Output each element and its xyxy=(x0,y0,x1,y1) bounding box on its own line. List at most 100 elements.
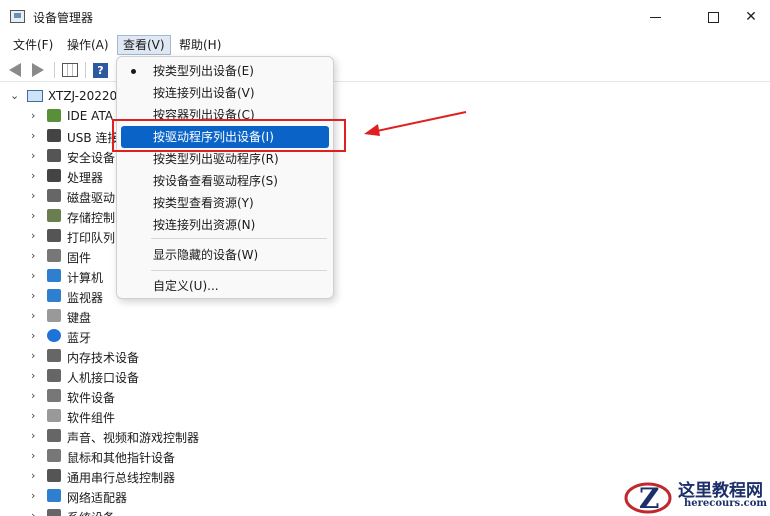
chevron-right-icon[interactable]: › xyxy=(31,369,35,382)
tree-item-label: 鼠标和其他指针设备 xyxy=(67,451,176,465)
toolbar-divider xyxy=(85,62,86,78)
computer-icon xyxy=(27,90,43,102)
forward-arrow-icon xyxy=(32,63,44,77)
watermark-url: herecours.com xyxy=(684,498,768,509)
chevron-down-icon[interactable]: ⌄ xyxy=(10,89,19,102)
tree-item[interactable]: › 键盘 xyxy=(0,306,400,326)
tree-item-label: 通用串行总线控制器 xyxy=(67,471,176,485)
annotation-arrow-icon xyxy=(364,111,467,136)
resources-by-type-item[interactable]: 按类型查看资源(Y) xyxy=(121,192,329,214)
tree-item-label: 监视器 xyxy=(67,291,104,305)
help-icon: ? xyxy=(93,62,108,78)
tree-item[interactable]: › 软件设备 xyxy=(0,386,400,406)
maximize-icon xyxy=(707,11,719,23)
tree-item-label: 打印队列 xyxy=(67,231,116,245)
processor-icon xyxy=(47,169,61,182)
chevron-right-icon[interactable]: › xyxy=(31,389,35,402)
menu-item-label: 按类型列出设备(E) xyxy=(153,64,254,78)
back-arrow-icon xyxy=(9,63,21,77)
tree-item-label: 系统设备 xyxy=(67,509,115,516)
chevron-right-icon[interactable]: › xyxy=(31,109,35,122)
tree-item-label: 蓝牙 xyxy=(67,331,92,345)
tree-item-label: 内存技术设备 xyxy=(67,351,140,365)
tree-item-label: IDE ATA xyxy=(67,109,114,123)
tree-item-label: 软件设备 xyxy=(67,391,116,405)
chevron-right-icon[interactable]: › xyxy=(31,189,35,202)
tree-item[interactable]: › 系统设备 xyxy=(0,506,400,516)
network-adapter-icon xyxy=(47,489,61,502)
chevron-right-icon[interactable]: › xyxy=(31,209,35,222)
drivers-by-device-item[interactable]: 按设备查看驱动程序(S) xyxy=(121,170,329,192)
chevron-right-icon[interactable]: › xyxy=(31,289,35,302)
tree-item[interactable]: › 内存技术设备 xyxy=(0,346,400,366)
tree-item-label: 存储控制 xyxy=(67,211,116,225)
tree-item-label: 网络适配器 xyxy=(67,491,128,505)
menu-item-label: 按连接列出设备(V) xyxy=(153,86,255,100)
tree-item[interactable]: › 鼠标和其他指针设备 xyxy=(0,446,400,466)
tree-item-label: 软件组件 xyxy=(67,411,116,425)
chevron-right-icon[interactable]: › xyxy=(31,349,35,362)
storage-controller-icon xyxy=(47,209,61,222)
resources-by-connection-item[interactable]: 按连接列出资源(N) xyxy=(121,214,329,236)
chevron-right-icon[interactable]: › xyxy=(31,229,35,242)
back-button[interactable] xyxy=(7,61,23,79)
view-by-type-item[interactable]: 按类型列出设备(E) xyxy=(121,60,329,82)
chevron-right-icon[interactable]: › xyxy=(31,489,35,502)
sound-icon xyxy=(47,429,61,442)
chevron-right-icon[interactable]: › xyxy=(31,269,35,282)
close-icon: ✕ xyxy=(745,9,757,25)
printer-icon xyxy=(47,229,61,242)
tree-item[interactable]: › 网络适配器 xyxy=(0,486,400,506)
help-button[interactable]: ? xyxy=(92,61,109,79)
chevron-right-icon[interactable]: › xyxy=(31,249,35,262)
menu-view[interactable]: 查看(V) xyxy=(117,35,171,55)
tree-item[interactable]: › 软件组件 xyxy=(0,406,400,426)
tree-item-label: 计算机 xyxy=(67,271,104,285)
highlight-annotation-box xyxy=(112,119,346,152)
menu-item-label: 按类型查看资源(Y) xyxy=(153,196,254,210)
tree-item-label: 键盘 xyxy=(67,311,92,325)
tree-root-label: XTZJ-20220 xyxy=(48,89,118,103)
title-bar: 设备管理器 ✕ xyxy=(0,0,770,34)
chevron-right-icon[interactable]: › xyxy=(31,309,35,322)
properties-icon xyxy=(62,63,78,77)
toolbar-divider xyxy=(54,62,55,78)
menu-separator xyxy=(151,238,327,239)
menu-file[interactable]: 文件(F) xyxy=(8,35,58,55)
chevron-right-icon[interactable]: › xyxy=(31,329,35,342)
menu-action[interactable]: 操作(A) xyxy=(62,35,114,55)
chevron-right-icon[interactable]: › xyxy=(31,429,35,442)
hid-icon xyxy=(47,369,61,382)
device-manager-icon xyxy=(10,10,25,23)
chevron-right-icon[interactable]: › xyxy=(31,129,35,142)
chevron-right-icon[interactable]: › xyxy=(31,469,35,482)
tree-item[interactable]: › 人机接口设备 xyxy=(0,366,400,386)
usb-icon xyxy=(47,129,61,142)
tree-item[interactable]: › 蓝牙 xyxy=(0,326,400,346)
chevron-right-icon[interactable]: › xyxy=(31,509,35,516)
chevron-right-icon[interactable]: › xyxy=(31,169,35,182)
software-component-icon xyxy=(47,409,61,422)
menu-separator xyxy=(151,270,327,271)
menu-item-label: 按设备查看驱动程序(S) xyxy=(153,174,278,188)
chevron-right-icon[interactable]: › xyxy=(31,409,35,422)
close-button[interactable]: ✕ xyxy=(728,0,770,34)
chevron-right-icon[interactable]: › xyxy=(31,149,35,162)
mouse-icon xyxy=(47,449,61,462)
menu-help[interactable]: 帮助(H) xyxy=(174,35,226,55)
window-title: 设备管理器 xyxy=(33,11,94,25)
forward-button[interactable] xyxy=(30,61,46,79)
disk-drive-icon xyxy=(47,189,61,202)
tree-item[interactable]: › 通用串行总线控制器 xyxy=(0,466,400,486)
menu-item-label: 显示隐藏的设备(W) xyxy=(153,248,259,262)
tree-item[interactable]: › 声音、视频和游戏控制器 xyxy=(0,426,400,446)
show-hidden-devices-item[interactable]: 显示隐藏的设备(W) xyxy=(121,244,329,266)
chevron-right-icon[interactable]: › xyxy=(31,449,35,462)
tree-item-label: 固件 xyxy=(67,251,92,265)
minimize-button[interactable] xyxy=(632,0,678,34)
properties-button[interactable] xyxy=(61,61,79,79)
tree-item-label: 安全设备 xyxy=(67,151,116,165)
customize-item[interactable]: 自定义(U)... xyxy=(121,275,329,297)
view-by-connection-item[interactable]: 按连接列出设备(V) xyxy=(121,82,329,104)
tree-item-label: 人机接口设备 xyxy=(67,371,140,385)
